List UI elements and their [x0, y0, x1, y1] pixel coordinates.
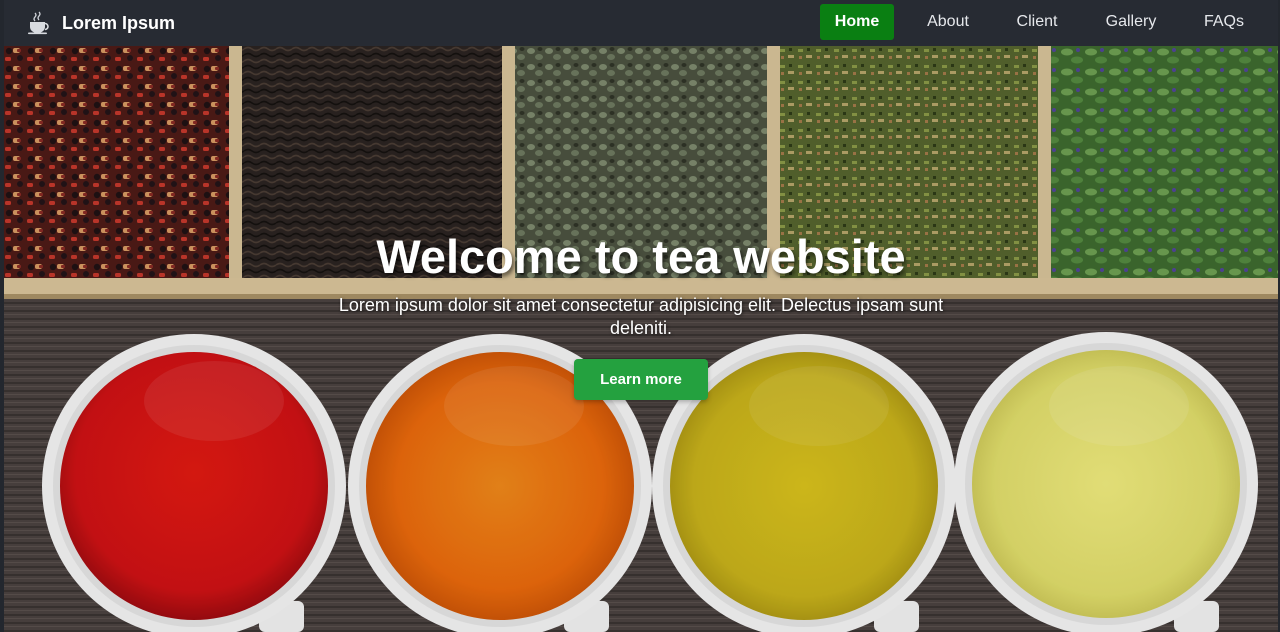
navbar: Lorem Ipsum Home About Client Gallery FA… [4, 0, 1278, 46]
nav-item-about[interactable]: About [916, 4, 980, 40]
brand-name: Lorem Ipsum [62, 13, 176, 33]
nav-item-client[interactable]: Client [1007, 4, 1067, 40]
hero-title: Welcome to tea website [376, 230, 906, 283]
hero-section: Welcome to tea website Lorem ipsum dolor… [4, 46, 1278, 632]
learn-more-button[interactable]: Learn more [574, 359, 708, 400]
nav-item-faqs[interactable]: FAQs [1196, 4, 1252, 40]
hero-subtitle: Lorem ipsum dolor sit amet consectetur a… [338, 295, 944, 338]
nav-item-home[interactable]: Home [820, 4, 894, 40]
nav-item-gallery[interactable]: Gallery [1096, 4, 1166, 40]
teacup-icon [28, 11, 49, 35]
brand[interactable]: Lorem Ipsum [26, 10, 175, 36]
page-frame: Lorem Ipsum Home About Client Gallery FA… [4, 0, 1278, 632]
